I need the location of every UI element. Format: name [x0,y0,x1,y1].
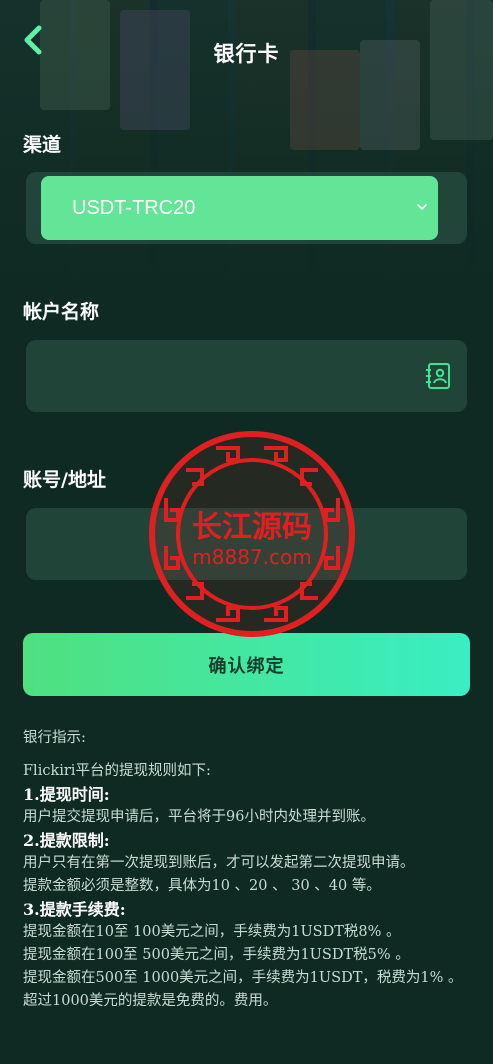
confirm-bind-button[interactable]: 确认绑定 [23,633,470,696]
channel-label: 渠道 [23,134,62,156]
account-name-label: 帐户名称 [23,301,100,323]
address-field [26,508,467,580]
account-name-field [26,340,467,412]
instructions-heading: 银行指示: [23,730,86,746]
section3-text4: 超过1000美元的提款是免费的。费用。 [23,993,278,1009]
section3-text2: 提现金额在100至 500美元之间，手续费为1USDT税5% 。 [23,947,410,963]
address-input[interactable] [26,508,467,580]
section3-text1: 提现金额在10至 100美元之间，手续费为1USDT税8% 。 [23,924,401,940]
channel-selected-value: USDT-TRC20 [72,196,196,219]
withdrawal-instructions: 银行指示: Flickiri平台的提现规则如下: 1.提现时间: 用户提交提现申… [23,727,475,1013]
instructions-intro: Flickiri平台的提现规则如下: [23,763,211,779]
section2-text2: 提款金额必须是整数，具体为10 、20 、 30 、40 等。 [23,878,381,894]
section2-text1: 用户只有在第一次提现到账后，才可以发起第二次提现申请。 [23,855,415,871]
page-title: 银行卡 [213,42,280,66]
section1-text: 用户提交提现申请后，平台将于96小时内处理并到账。 [23,809,375,825]
account-name-input[interactable] [26,340,467,412]
section3-title: 3.提款手续费: [23,900,126,919]
contact-card-icon[interactable] [425,362,453,390]
app-header: 银行卡 [0,0,493,100]
section3-text3: 提现金额在500至 1000美元之间，手续费为1USDT，税费为1% 。 [23,970,463,986]
address-label: 账号/地址 [23,469,106,491]
chevron-down-icon [417,204,427,211]
section1-title: 1.提现时间: [23,785,110,804]
channel-select[interactable]: USDT-TRC20 [41,176,438,240]
section2-title: 2.提款限制: [23,831,110,850]
